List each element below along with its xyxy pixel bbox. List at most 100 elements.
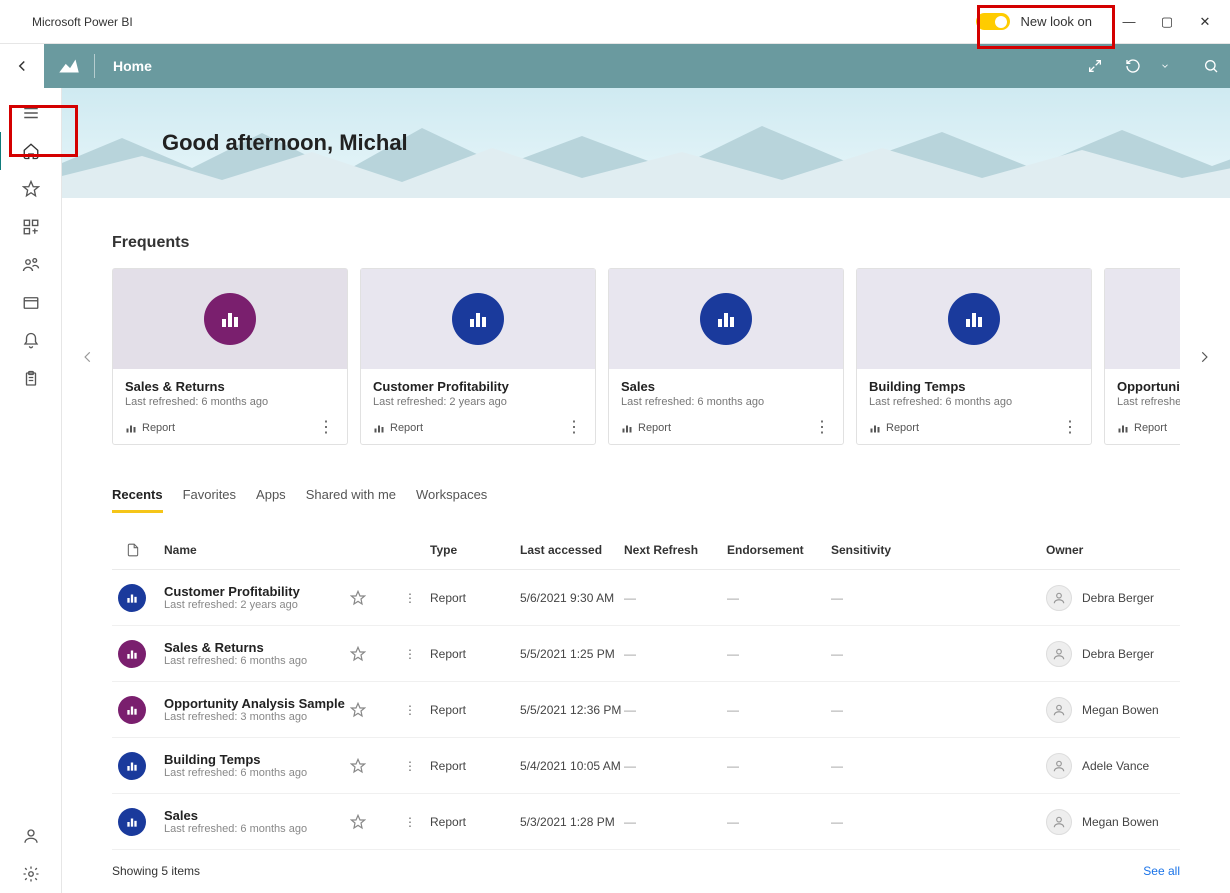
nav-favorites[interactable] bbox=[0, 170, 62, 208]
close-button[interactable]: ✕ bbox=[1196, 14, 1214, 30]
section-frequents-title: Frequents bbox=[112, 234, 1180, 252]
tab-recents[interactable]: Recents bbox=[112, 487, 163, 513]
row-next: — bbox=[624, 591, 727, 605]
frequent-card[interactable]: Sales & ReturnsLast refreshed: 6 months … bbox=[112, 268, 348, 445]
frequent-card[interactable]: Opportunity AnalysisLast refreshed: 3 mo… bbox=[1104, 268, 1180, 445]
maximize-button[interactable]: ▢ bbox=[1158, 14, 1176, 30]
row-name: Sales bbox=[164, 808, 350, 823]
favorite-button[interactable] bbox=[350, 758, 390, 774]
row-last: 5/6/2021 9:30 AM bbox=[520, 591, 624, 605]
report-icon bbox=[118, 584, 146, 612]
nav-clipboard[interactable] bbox=[0, 360, 62, 398]
nav-account[interactable] bbox=[0, 817, 62, 855]
breadcrumb-home[interactable]: Home bbox=[95, 58, 170, 74]
col-name[interactable]: Name bbox=[164, 543, 430, 557]
table-row[interactable]: Opportunity Analysis SampleLast refreshe… bbox=[112, 682, 1180, 738]
report-icon bbox=[204, 293, 256, 345]
row-endorsement: — bbox=[727, 815, 831, 829]
frequent-card[interactable]: Building TempsLast refreshed: 6 months a… bbox=[856, 268, 1092, 445]
col-type[interactable]: Type bbox=[430, 543, 520, 557]
more-button[interactable]: ⋮ bbox=[390, 815, 430, 829]
card-type: Report bbox=[125, 422, 175, 434]
more-button[interactable]: ⋮ bbox=[390, 591, 430, 605]
row-sensitivity: — bbox=[831, 703, 936, 717]
table-row[interactable]: Customer ProfitabilityLast refreshed: 2 … bbox=[112, 570, 1180, 626]
row-type: Report bbox=[430, 647, 520, 661]
card-subtitle: Last refreshed: 6 months ago bbox=[125, 396, 335, 408]
row-next: — bbox=[624, 759, 727, 773]
report-icon bbox=[118, 808, 146, 836]
search-button[interactable] bbox=[1192, 44, 1230, 88]
row-name: Building Temps bbox=[164, 752, 350, 767]
row-name: Customer Profitability bbox=[164, 584, 350, 599]
nav-hamburger[interactable] bbox=[0, 94, 62, 132]
minimize-button[interactable]: — bbox=[1120, 14, 1138, 29]
card-subtitle: Last refreshed: 6 months ago bbox=[621, 396, 831, 408]
nav-workspaces[interactable] bbox=[0, 284, 62, 322]
row-name: Opportunity Analysis Sample bbox=[164, 696, 350, 711]
window-controls: — ▢ ✕ bbox=[1120, 14, 1220, 30]
recents-table: Name Type Last accessed Next Refresh End… bbox=[112, 530, 1180, 878]
card-more-button[interactable]: ⋮ bbox=[317, 426, 335, 430]
col-next[interactable]: Next Refresh bbox=[624, 543, 727, 557]
table-row[interactable]: SalesLast refreshed: 6 months ago ⋮ Repo… bbox=[112, 794, 1180, 850]
frequent-card[interactable]: SalesLast refreshed: 6 months ago Report… bbox=[608, 268, 844, 445]
col-last[interactable]: Last accessed bbox=[520, 543, 624, 557]
nav-home[interactable] bbox=[0, 132, 60, 170]
avatar-icon bbox=[1046, 641, 1072, 667]
card-more-button[interactable]: ⋮ bbox=[565, 426, 583, 430]
tab-favorites[interactable]: Favorites bbox=[183, 487, 236, 513]
card-more-button[interactable]: ⋮ bbox=[1061, 426, 1079, 430]
row-next: — bbox=[624, 815, 727, 829]
more-button[interactable]: ⋮ bbox=[390, 759, 430, 773]
nav-shared[interactable] bbox=[0, 246, 62, 284]
more-button[interactable]: ⋮ bbox=[390, 647, 430, 661]
titlebar: Microsoft Power BI New look on — ▢ ✕ bbox=[0, 0, 1230, 44]
col-endorsement[interactable]: Endorsement bbox=[727, 543, 831, 557]
card-title: Sales bbox=[621, 379, 831, 394]
row-name: Sales & Returns bbox=[164, 640, 350, 655]
nav-apps[interactable] bbox=[0, 208, 62, 246]
app-title: Microsoft Power BI bbox=[32, 15, 133, 29]
carousel-prev[interactable] bbox=[74, 332, 102, 382]
table-row[interactable]: Sales & ReturnsLast refreshed: 6 months … bbox=[112, 626, 1180, 682]
carousel-next[interactable] bbox=[1190, 332, 1218, 382]
favorite-button[interactable] bbox=[350, 814, 390, 830]
col-icon bbox=[112, 542, 164, 558]
see-all-link[interactable]: See all bbox=[1143, 864, 1180, 878]
back-button[interactable] bbox=[0, 44, 44, 88]
frequent-card[interactable]: Customer ProfitabilityLast refreshed: 2 … bbox=[360, 268, 596, 445]
avatar-icon bbox=[1046, 753, 1072, 779]
card-type: Report bbox=[373, 422, 423, 434]
row-subtitle: Last refreshed: 3 months ago bbox=[164, 711, 350, 723]
item-count: Showing 5 items bbox=[112, 864, 200, 878]
col-owner[interactable]: Owner bbox=[1046, 543, 1230, 557]
tab-apps[interactable]: Apps bbox=[256, 487, 286, 513]
favorite-button[interactable] bbox=[350, 646, 390, 662]
row-owner: Megan Bowen bbox=[1046, 809, 1230, 835]
row-sensitivity: — bbox=[831, 591, 936, 605]
row-subtitle: Last refreshed: 6 months ago bbox=[164, 655, 350, 667]
table-row[interactable]: Building TempsLast refreshed: 6 months a… bbox=[112, 738, 1180, 794]
main-content: Good afternoon, Michal Frequents Sales &… bbox=[62, 88, 1230, 893]
row-endorsement: — bbox=[727, 703, 831, 717]
avatar-icon bbox=[1046, 809, 1072, 835]
favorite-button[interactable] bbox=[350, 590, 390, 606]
tab-workspaces[interactable]: Workspaces bbox=[416, 487, 487, 513]
avatar-icon bbox=[1046, 697, 1072, 723]
refresh-dropdown[interactable] bbox=[1146, 44, 1184, 88]
fullscreen-button[interactable] bbox=[1076, 44, 1114, 88]
card-subtitle: Last refreshed: 6 months ago bbox=[869, 396, 1079, 408]
nav-notifications[interactable] bbox=[0, 322, 62, 360]
toggle-switch-icon bbox=[976, 13, 1010, 30]
row-endorsement: — bbox=[727, 591, 831, 605]
card-more-button[interactable]: ⋮ bbox=[813, 426, 831, 430]
col-sensitivity[interactable]: Sensitivity bbox=[831, 543, 936, 557]
new-look-toggle[interactable]: New look on bbox=[976, 13, 1092, 30]
card-title: Opportunity Analysis bbox=[1117, 379, 1180, 394]
more-button[interactable]: ⋮ bbox=[390, 703, 430, 717]
nav-settings[interactable] bbox=[0, 855, 62, 893]
tab-shared-with-me[interactable]: Shared with me bbox=[306, 487, 396, 513]
favorite-button[interactable] bbox=[350, 702, 390, 718]
workspace-logo[interactable] bbox=[44, 53, 94, 79]
